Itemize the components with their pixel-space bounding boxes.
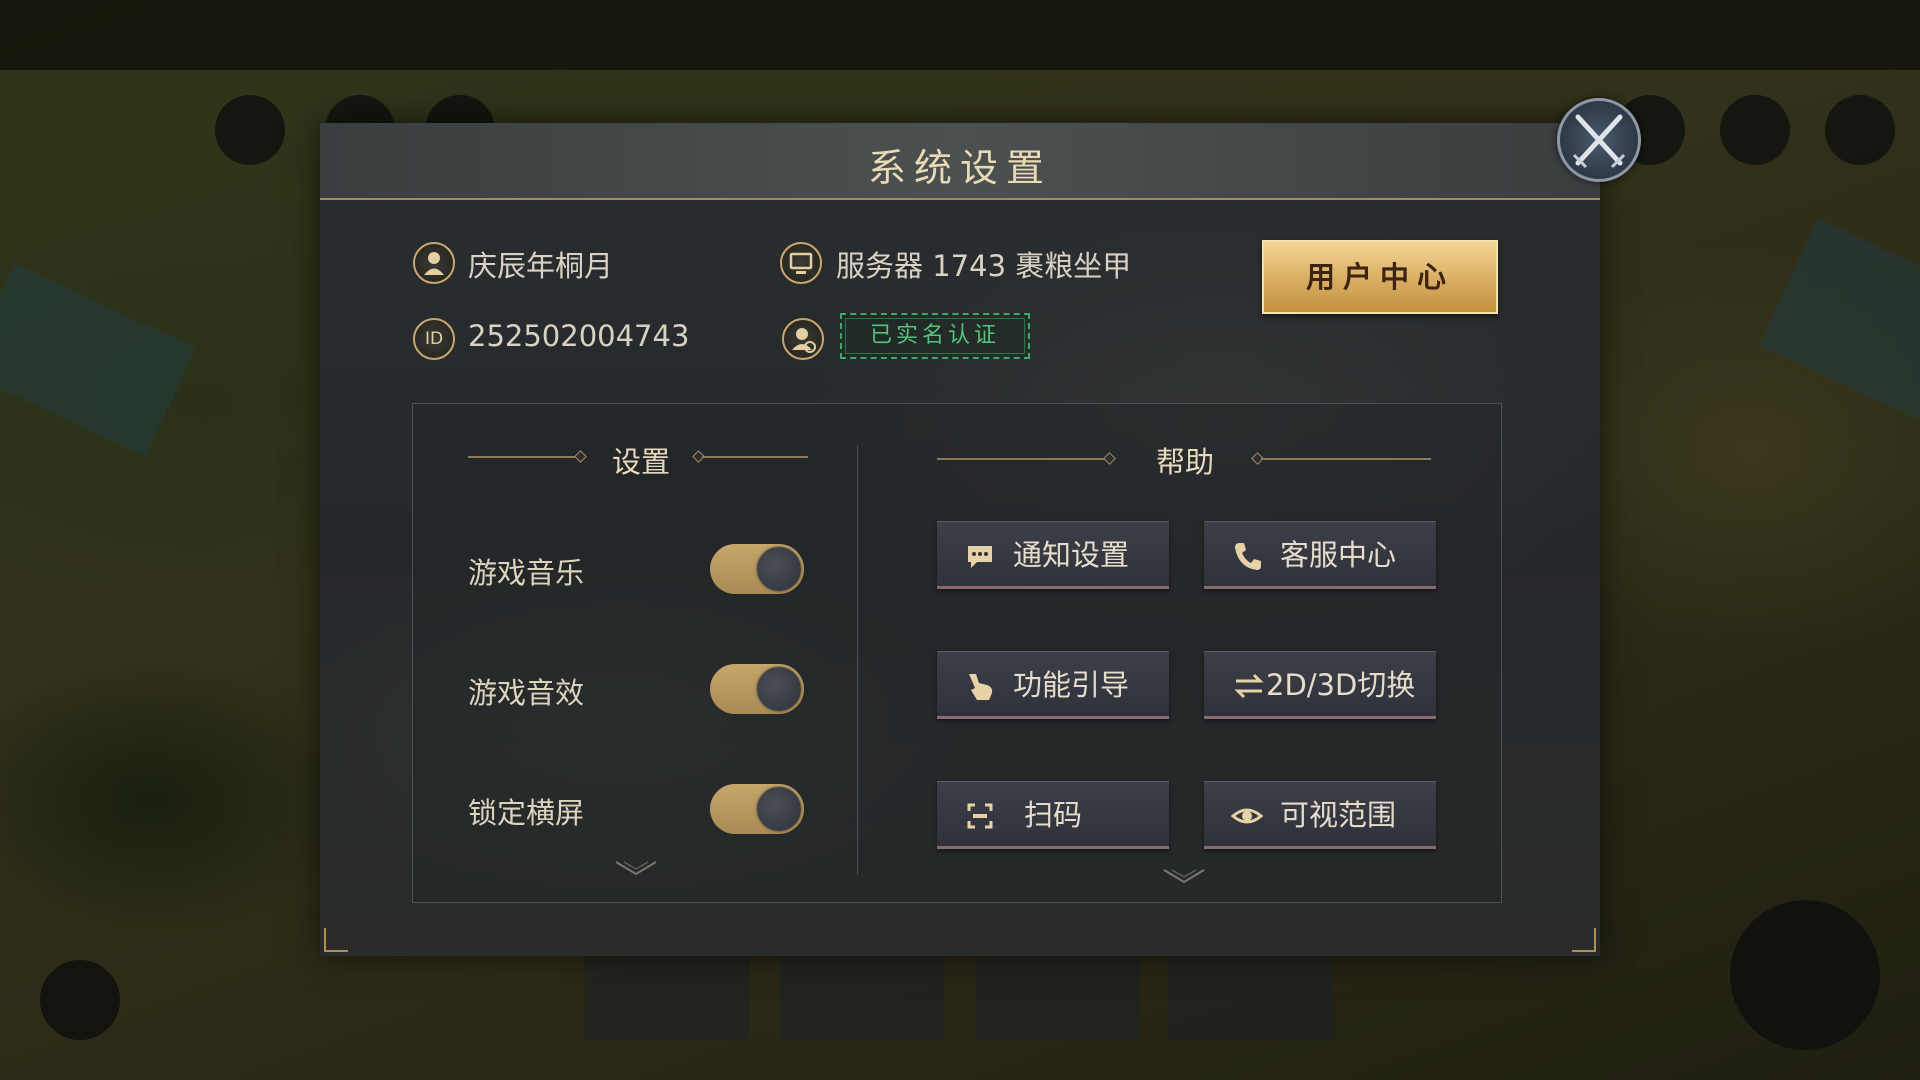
message-icon [963, 539, 997, 573]
view-range-button[interactable]: 可视范围 [1204, 781, 1436, 849]
user-center-button[interactable]: 用户中心 [1262, 240, 1498, 314]
title-deco-line [937, 458, 1107, 460]
title-deco-line [468, 456, 580, 458]
view-mode-switch-button[interactable]: 2D/3D切换 [1204, 651, 1436, 719]
server-name: 服务器 1743 裹粮坐甲 [836, 249, 1132, 283]
scan-code-button[interactable]: 扫码 [937, 781, 1169, 849]
crossed-swords-close-icon [1572, 114, 1626, 169]
avatar-icon [413, 242, 455, 284]
notification-settings-button[interactable]: 通知设置 [937, 521, 1169, 589]
settings-section-title: 设置 [611, 445, 670, 479]
notification-settings-label: 通知设置 [1013, 538, 1130, 572]
player-name: 庆辰年桐月 [468, 249, 614, 283]
verified-badge: 已实名认证 [840, 313, 1030, 359]
id-badge-icon: ID [413, 318, 455, 360]
toggle-knob [757, 547, 801, 591]
customer-service-label: 客服中心 [1280, 538, 1397, 572]
music-setting-label: 游戏音乐 [468, 556, 585, 590]
sfx-toggle[interactable] [710, 664, 804, 714]
feature-guide-label: 功能引导 [1013, 668, 1130, 702]
sfx-setting-label: 游戏音效 [468, 676, 585, 710]
phone-icon [1230, 539, 1264, 573]
close-button[interactable] [1557, 98, 1641, 182]
scan-icon [963, 799, 997, 833]
corner-ornament [324, 928, 348, 952]
view-range-label: 可视范围 [1280, 798, 1397, 832]
lock-landscape-label: 锁定横屏 [468, 796, 585, 830]
toggle-knob [757, 667, 801, 711]
player-id: 252502004743 [468, 319, 690, 353]
panel-divider [857, 445, 858, 875]
swap-arrows-icon [1232, 669, 1266, 703]
toggle-knob [757, 787, 801, 831]
corner-ornament [1572, 928, 1596, 952]
customer-service-button[interactable]: 客服中心 [1204, 521, 1436, 589]
pointer-hand-icon [963, 669, 997, 703]
help-section-title: 帮助 [1155, 445, 1214, 479]
music-toggle[interactable] [710, 544, 804, 594]
dialog-header: 系统设置 [320, 123, 1600, 200]
feature-guide-button[interactable]: 功能引导 [937, 651, 1169, 719]
eye-icon [1230, 799, 1264, 833]
dialog-title: 系统设置 [867, 146, 1052, 190]
server-monitor-icon [780, 242, 822, 284]
title-deco-line [1261, 458, 1431, 460]
scan-code-label: 扫码 [1023, 798, 1082, 832]
realname-icon [782, 318, 824, 360]
lock-landscape-toggle[interactable] [710, 784, 804, 834]
view-mode-switch-label: 2D/3D切换 [1266, 668, 1416, 702]
title-deco-line [702, 456, 808, 458]
